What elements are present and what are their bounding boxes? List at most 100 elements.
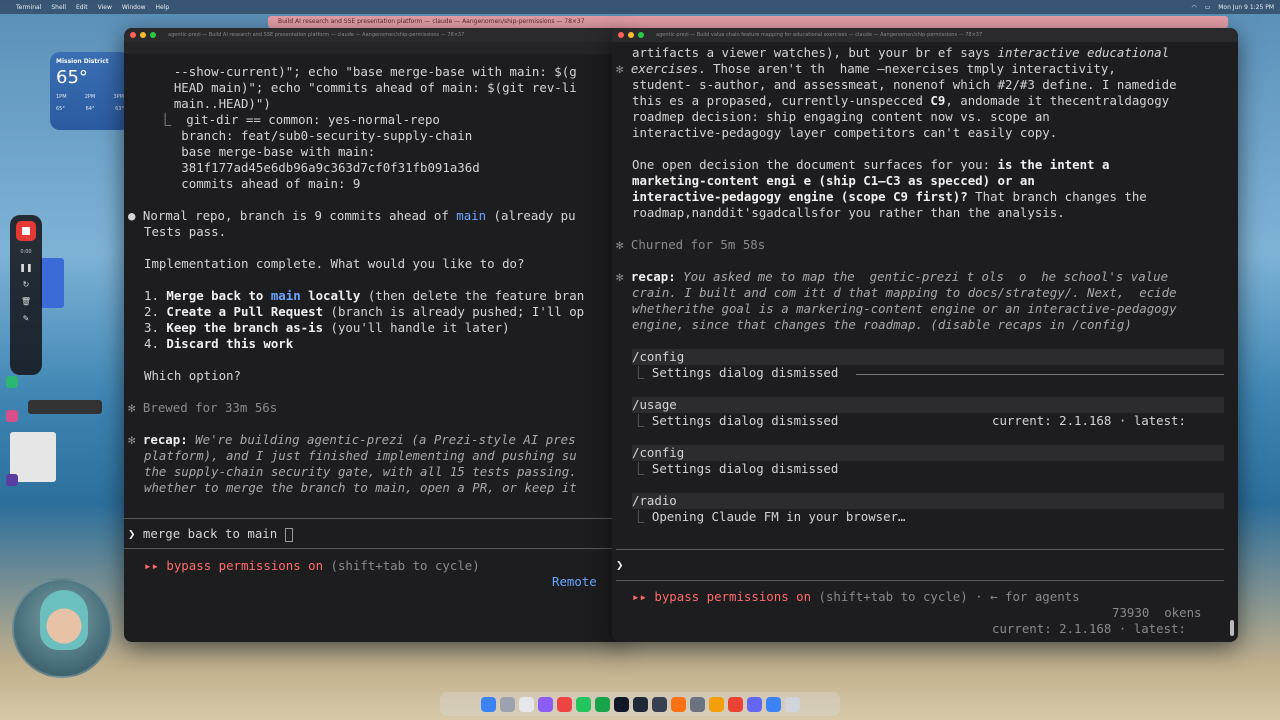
scrollbar[interactable] xyxy=(1230,620,1234,636)
menu-shell[interactable]: Shell xyxy=(51,4,66,11)
command-line[interactable]: /config xyxy=(632,349,1224,365)
command-line[interactable]: /usage xyxy=(632,397,1224,413)
brewed-line: ✻ Brewed for 33m 56s xyxy=(128,400,278,415)
command-result-text: Settings dialog dismissed xyxy=(651,461,839,476)
command-line[interactable]: /radio xyxy=(632,493,1224,509)
option-branch: main xyxy=(270,288,301,303)
divider xyxy=(616,580,1224,581)
command-result: ⎿ Opening Claude FM in your browser… xyxy=(632,509,906,524)
wifi-icon[interactable]: ◠ xyxy=(1191,4,1196,11)
app-icon[interactable] xyxy=(6,474,18,486)
menu-bar: Terminal Shell Edit View Window Help ◠ ▭… xyxy=(0,0,1280,14)
launchpad-icon[interactable] xyxy=(499,696,515,712)
decision-text: One open decision the document surfaces … xyxy=(632,157,998,172)
presenter-face xyxy=(40,590,88,650)
option-title: Merge back to xyxy=(166,288,271,303)
dock xyxy=(440,692,840,716)
pause-icon[interactable]: ❚❚ xyxy=(19,263,32,272)
app-icon[interactable] xyxy=(556,696,572,712)
weather-hour-temp: 64° xyxy=(85,106,95,112)
divider xyxy=(124,548,614,549)
battery-icon[interactable]: ▭ xyxy=(1205,4,1211,11)
app-icon[interactable] xyxy=(518,696,534,712)
recap-label: recap: xyxy=(142,432,188,447)
bypass-status[interactable]: ▸▸ bypass permissions on (shift+tab to c… xyxy=(144,558,480,574)
app-icon[interactable] xyxy=(537,696,553,712)
bypass-icon: ▸▸ xyxy=(632,589,655,604)
bypass-status[interactable]: ▸▸ bypass permissions on (shift+tab to c… xyxy=(632,589,1080,605)
command-line[interactable]: /config xyxy=(632,445,1224,461)
recap-line: ✻ recap: You asked me to map the gentic-… xyxy=(616,269,1168,285)
menu-window[interactable]: Window xyxy=(122,4,146,11)
option-desc: (then delete the feature bran xyxy=(360,288,585,303)
weather-location: Mission District xyxy=(56,58,109,65)
bypass-hint: (shift+tab to cycle) · ← for agents xyxy=(811,589,1080,604)
desktop-thumbnail[interactable] xyxy=(40,258,64,308)
app-icon[interactable] xyxy=(594,696,610,712)
menu-terminal[interactable]: Terminal xyxy=(16,4,41,11)
output-line: artifacts a viewer watches), but your br… xyxy=(632,45,1169,61)
desktop-thumbnail[interactable] xyxy=(28,400,102,414)
app-icon[interactable] xyxy=(575,696,591,712)
recap-text: whetherithe goal is a markering-content … xyxy=(632,301,1177,316)
option-title: Keep the branch as-is xyxy=(166,320,324,335)
menubar-clock[interactable]: Mon Jun 9 1:25 PM xyxy=(1218,4,1274,11)
trash-icon[interactable] xyxy=(784,696,800,712)
weather-temps: 65° 64° 63° xyxy=(56,106,124,112)
version-info: current: 2.1.168 · latest: xyxy=(992,621,1186,636)
output-line: this es a propased, currently-unspecced … xyxy=(632,93,1169,109)
app-icon[interactable] xyxy=(708,696,724,712)
output-text: artifacts a viewer watches), but your br… xyxy=(632,45,998,60)
asterisk-icon: ✻ xyxy=(616,269,631,284)
output-line: interactive-pedagogy layer competitors c… xyxy=(632,125,1058,140)
weather-hour-temp: 65° xyxy=(56,106,65,112)
output-line: main..HEAD)") xyxy=(144,96,271,111)
command-text: /radio xyxy=(632,493,677,508)
churned-line: ✻ Churned for 5m 58s xyxy=(616,237,766,252)
app-icon[interactable] xyxy=(651,696,667,712)
branch-name: main xyxy=(456,208,487,223)
app-icon[interactable] xyxy=(6,410,18,422)
app-icon[interactable] xyxy=(746,696,762,712)
menu-view[interactable]: View xyxy=(98,4,112,11)
pen-icon[interactable]: ✎ xyxy=(23,314,30,323)
app-icon[interactable] xyxy=(670,696,686,712)
webcam-overlay xyxy=(12,578,112,678)
recorder-time: 0:00 xyxy=(20,249,32,255)
app-icon[interactable] xyxy=(689,696,705,712)
output-line: ⎿ git-dir == common: yes-normal-repo xyxy=(144,112,440,127)
option-desc: (you'll handle it later) xyxy=(323,320,510,335)
bullet-icon: ● xyxy=(128,208,143,223)
prompt-chevron-icon[interactable]: ❯ xyxy=(616,557,623,573)
output-bold: C9 xyxy=(930,93,946,108)
remote-label[interactable]: Remote xyxy=(552,574,597,590)
finder-icon[interactable] xyxy=(480,696,496,712)
terminal-icon[interactable] xyxy=(613,696,629,712)
option-item: 4. Discard this work xyxy=(144,336,293,352)
recap-text: platform), and I just finished implement… xyxy=(144,448,577,463)
trash-icon[interactable]: 🗑 xyxy=(21,297,31,306)
bypass-label: bypass permissions on xyxy=(654,589,812,604)
app-icon[interactable] xyxy=(6,376,18,388)
app-icon[interactable] xyxy=(765,696,781,712)
chrome-icon[interactable] xyxy=(727,696,743,712)
output-line: 381f177ad45e6db96a9c363d7cf0f31fb091a36d xyxy=(144,160,480,175)
app-icon[interactable] xyxy=(632,696,648,712)
menu-edit[interactable]: Edit xyxy=(76,4,88,11)
recap-text: the supply-chain security gate, with all… xyxy=(144,464,577,479)
left-terminal-window[interactable]: agentic-prezi — Build AI research and SS… xyxy=(124,28,624,642)
restart-icon[interactable]: ↻ xyxy=(23,280,30,289)
menu-help[interactable]: Help xyxy=(156,4,170,11)
prompt-text[interactable]: merge back to main xyxy=(143,526,277,541)
prompt-input[interactable]: ❯ merge back to main xyxy=(128,526,293,542)
token-count: 73930 okens xyxy=(1112,605,1202,620)
status-line: ● Normal repo, branch is 9 commits ahead… xyxy=(128,208,576,224)
right-terminal-window[interactable]: agentic-prezi — Build value chain featur… xyxy=(612,28,1238,642)
output-line: branch: feat/sub0-security-supply-chain xyxy=(144,128,473,143)
command-text: /config xyxy=(632,349,685,364)
weather-widget[interactable]: Mission District 65° 1PM 2PM 3PM 65° 64°… xyxy=(50,52,130,130)
option-title: locally xyxy=(300,288,361,303)
decision-bold: is the intent a xyxy=(997,157,1110,172)
record-stop-button[interactable] xyxy=(16,221,36,241)
command-result-text: Opening Claude FM in your browser… xyxy=(651,509,906,524)
